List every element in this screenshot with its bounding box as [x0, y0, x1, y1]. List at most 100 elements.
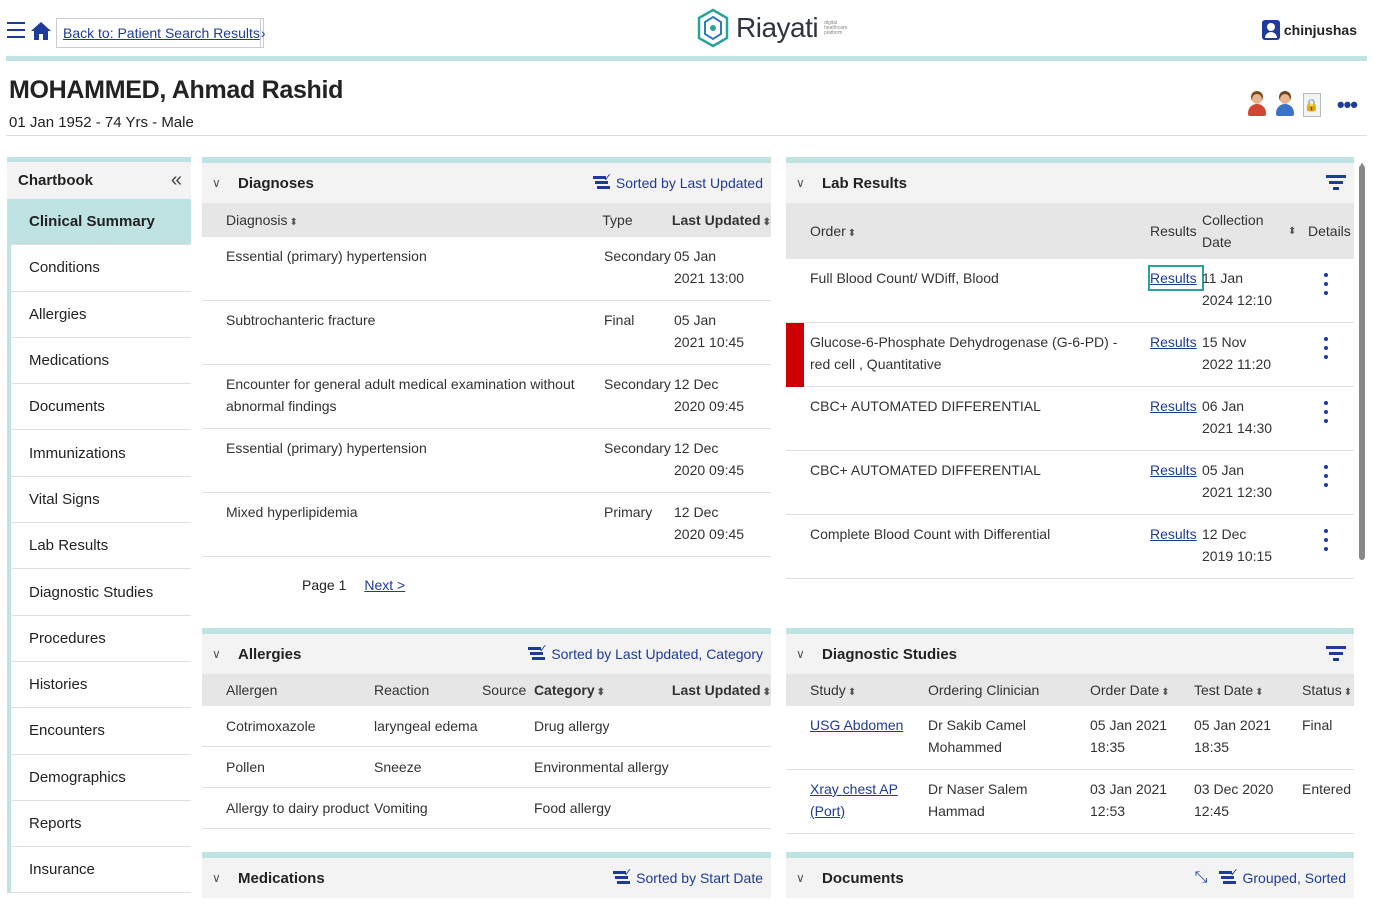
female-care-team-icon[interactable] — [1247, 93, 1267, 117]
diagnoses-title: Diagnoses — [238, 174, 314, 192]
sidebar-item-reports[interactable]: Reports — [7, 800, 191, 848]
sidebar-item-vital-signs[interactable]: Vital Signs — [7, 476, 191, 524]
category-cell: Food allergy — [534, 800, 612, 816]
sidebar-item-lab-results[interactable]: Lab Results — [7, 523, 191, 570]
allergen-cell: Pollen — [226, 759, 265, 775]
study-column[interactable]: Study ⬍ — [786, 682, 928, 698]
diagnostic-studies-header: ∨ Diagnostic Studies — [786, 634, 1354, 674]
sidebar-item-demographics[interactable]: Demographics — [7, 754, 191, 801]
table-row[interactable]: Mixed hyperlipidemia Primary 12 Dec 2020 09… — [202, 493, 771, 557]
sidebar-item-procedures[interactable]: Procedures — [7, 615, 191, 662]
lab-column-header: Order ⬍ Results Collection Date ⬍ Details — [786, 203, 1354, 259]
chevron-down-icon[interactable]: ∨ — [212, 871, 238, 885]
sidebar-item-diagnostic-studies[interactable]: Diagnostic Studies — [7, 569, 191, 616]
allergen-cell: Allergy to dairy product — [226, 800, 370, 816]
allergen-cell: Cotrimoxazole — [226, 718, 316, 734]
sort-arrows-icon: ⬍ — [1161, 687, 1170, 698]
date-text: 15 Nov — [1202, 334, 1247, 350]
table-row[interactable]: Complete Blood Count with Differential Re… — [786, 515, 1354, 579]
study-cell: Xray chest AP (Port) — [786, 778, 928, 833]
results-link[interactable]: Results — [1150, 523, 1202, 545]
study-link[interactable]: Xray chest AP (Port) — [810, 781, 898, 819]
order-date-column[interactable]: Order Date ⬍ — [1090, 682, 1194, 698]
last-updated-column[interactable]: Last Updated ⬍ — [672, 212, 771, 228]
sidebar-item-encounters[interactable]: Encounters — [7, 708, 191, 755]
kebab-menu-icon[interactable] — [1306, 395, 1346, 450]
kebab-menu-icon[interactable] — [1306, 267, 1346, 322]
sort-arrows-icon[interactable]: ⬍ — [1288, 226, 1308, 237]
table-row[interactable]: Encounter for general adult medical exam… — [202, 365, 771, 429]
status-column[interactable]: Status ⬍ — [1302, 682, 1352, 698]
chevron-down-icon[interactable]: ∨ — [796, 176, 822, 190]
documents-sort-button[interactable]: Grouped, Sorted — [1219, 866, 1346, 887]
kebab-menu-icon[interactable] — [1306, 331, 1346, 386]
table-row[interactable]: CBC+ AUTOMATED DIFFERENTIAL Results 05 Jan… — [786, 451, 1354, 515]
table-row[interactable]: Full Blood Count/ WDiff, Blood Results 11 … — [786, 259, 1354, 323]
table-row[interactable]: CBC+ AUTOMATED DIFFERENTIAL Results 06 Jan… — [786, 387, 1354, 451]
study-link[interactable]: USG Abdomen — [810, 717, 903, 733]
collection-date-cell: 06 Jan 2021 14:30 — [1202, 395, 1306, 450]
sidebar-item-clinical-summary[interactable]: Clinical Summary — [7, 199, 191, 246]
logo-mark-icon — [697, 8, 729, 48]
documents-sort-label: Grouped, Sorted — [1242, 870, 1346, 886]
order-column[interactable]: Order ⬍ — [786, 223, 1150, 239]
more-options-icon[interactable]: ••• — [1337, 92, 1358, 118]
category-column[interactable]: Category ⬍ — [534, 682, 672, 698]
back-to-search-link[interactable]: Back to: Patient Search Results — [57, 25, 260, 41]
chevron-down-icon[interactable]: ∨ — [796, 647, 822, 661]
allergy-last-updated-column[interactable]: Last Updated ⬍ — [672, 682, 771, 698]
diagnoses-sort-button[interactable]: Sorted by Last Updated — [592, 171, 763, 192]
menu-icon[interactable] — [7, 22, 25, 38]
sidebar-item-documents[interactable]: Documents — [7, 384, 191, 431]
results-link[interactable]: Results — [1150, 459, 1202, 481]
collection-date-column[interactable]: Collection Date — [1202, 209, 1286, 253]
table-row[interactable]: Cotrimoxazole laryngeal edema Drug allergy — [202, 706, 771, 747]
study-cell: USG Abdomen — [786, 714, 928, 769]
date-text: 11 Jan — [1202, 270, 1243, 286]
filter-icon[interactable] — [1326, 175, 1346, 191]
user-menu[interactable]: chinjushas — [1261, 20, 1357, 40]
sidebar-item-allergies[interactable]: Allergies — [7, 291, 191, 338]
results-link[interactable]: Results — [1148, 265, 1204, 291]
table-row[interactable]: Essential (primary) hypertension Secondar… — [202, 429, 771, 493]
test-date-column[interactable]: Test Date ⬍ — [1194, 682, 1302, 698]
table-row[interactable]: Glucose-6-Phosphate Dehydrogenase (G-6-P… — [786, 323, 1354, 387]
lab-results-panel: ∨ Lab Results Order ⬍ Results Collection … — [786, 157, 1354, 582]
chevron-down-icon[interactable]: ∨ — [212, 647, 238, 661]
results-link[interactable]: Results — [1150, 395, 1202, 417]
kebab-menu-icon[interactable] — [1306, 459, 1346, 514]
results-link[interactable]: Results — [1150, 331, 1202, 353]
sidebar-item-histories[interactable]: Histories — [7, 661, 191, 709]
next-page-link[interactable]: Next > — [364, 577, 405, 593]
sidebar-item-insurance[interactable]: Insurance — [7, 847, 191, 894]
home-icon[interactable] — [30, 20, 52, 42]
chevron-right-icon[interactable]: › — [259, 19, 266, 47]
male-care-team-icon[interactable] — [1275, 93, 1295, 117]
allergies-sort-button[interactable]: Sorted by Last Updated, Category — [528, 642, 763, 663]
allergies-column-header: Allergen Reaction Source Category ⬍ Last … — [202, 674, 771, 706]
table-row[interactable]: USG Abdomen Dr Sakib Camel Mohammed 05 Jan… — [786, 706, 1354, 770]
chevron-down-icon[interactable]: ∨ — [212, 176, 238, 190]
patient-demographics: 01 Jan 1952 - 74 Yrs - Male — [9, 114, 194, 131]
date-text: 12 Dec — [674, 504, 719, 520]
scrollbar[interactable] — [1359, 165, 1365, 560]
sidebar-item-conditions[interactable]: Conditions — [7, 245, 191, 292]
diagnosis-column[interactable]: Diagnosis ⬍ — [202, 212, 602, 228]
table-row[interactable]: Pollen Sneeze Environmental allergy — [202, 747, 771, 788]
medications-header: ∨ Medications Sorted by Start Date — [202, 858, 771, 898]
kebab-menu-icon[interactable] — [1306, 523, 1346, 578]
lock-icon[interactable]: 🔒 — [1302, 93, 1321, 117]
medications-title: Medications — [238, 869, 325, 887]
collapse-sidebar-icon[interactable]: « — [171, 169, 182, 192]
page-indicator: Page 1 — [302, 577, 347, 593]
filter-icon[interactable] — [1326, 646, 1346, 662]
table-row[interactable]: Essential (primary) hypertension Secondar… — [202, 237, 771, 301]
collapse-arrows-icon[interactable]: ⤡ — [1195, 869, 1208, 887]
table-row[interactable]: Xray chest AP (Port) Dr Naser Salem Hamma… — [786, 770, 1354, 834]
table-row[interactable]: Allergy to dairy product Vomiting Food all… — [202, 788, 771, 829]
chevron-down-icon[interactable]: ∨ — [796, 871, 822, 885]
sidebar-item-immunizations[interactable]: Immunizations — [7, 430, 191, 477]
medications-sort-button[interactable]: Sorted by Start Date — [613, 866, 763, 887]
table-row[interactable]: Subtrochanteric fracture Final 05 Jan 2021 … — [202, 301, 771, 365]
sidebar-item-medications[interactable]: Medications — [7, 337, 191, 385]
